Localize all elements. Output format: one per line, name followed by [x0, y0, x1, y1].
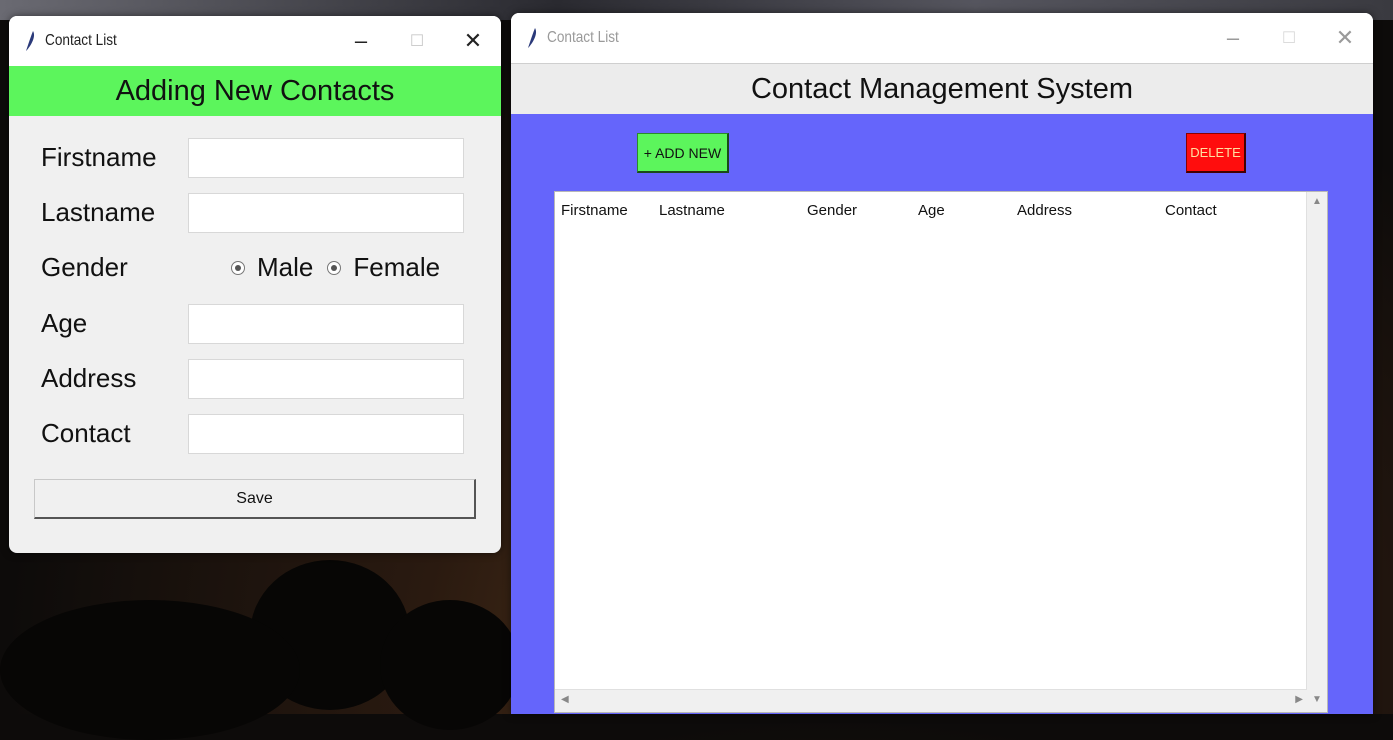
address-label: Address — [41, 363, 137, 393]
maximize-icon[interactable]: ☐ — [1261, 13, 1317, 63]
close-icon[interactable]: ✕ — [1317, 13, 1373, 63]
contact-management-window: Contact List – ☐ ✕ Contact Management Sy… — [511, 13, 1373, 714]
male-radio-label[interactable]: Male — [257, 252, 313, 283]
title-bar[interactable]: Contact List – ☐ ✕ — [511, 13, 1373, 63]
feather-icon — [26, 31, 35, 51]
address-row: Address — [9, 357, 501, 405]
gender-row: Gender Male Female — [9, 246, 501, 294]
contact-label: Contact — [41, 418, 131, 448]
gender-label: Gender — [41, 252, 128, 282]
age-field[interactable] — [188, 304, 464, 344]
contacts-table[interactable]: Firstname Lastname Gender Age Address Co… — [554, 191, 1328, 713]
minimize-icon[interactable]: – — [333, 16, 389, 66]
contacts-panel: + ADD NEW DELETE Firstname Lastname Gend… — [511, 114, 1373, 714]
column-header-gender[interactable]: Gender — [801, 192, 912, 230]
table-header: Firstname Lastname Gender Age Address Co… — [555, 192, 1307, 230]
scroll-up-icon[interactable]: ▲ — [1312, 196, 1322, 207]
column-header-contact[interactable]: Contact — [1159, 192, 1299, 230]
window-title: Contact List — [45, 32, 117, 49]
add-new-button[interactable]: + ADD NEW — [637, 133, 729, 173]
minimize-icon[interactable]: – — [1205, 13, 1261, 63]
female-radio[interactable] — [327, 260, 342, 275]
column-header-firstname[interactable]: Firstname — [555, 192, 653, 230]
title-bar[interactable]: Contact List – ☐ ✕ — [9, 16, 501, 66]
firstname-row: Firstname — [9, 136, 501, 184]
address-field[interactable] — [188, 359, 464, 399]
column-header-lastname[interactable]: Lastname — [653, 192, 801, 230]
save-button[interactable]: Save — [34, 479, 476, 519]
app-header: Contact Management System — [511, 63, 1373, 114]
vertical-scrollbar[interactable]: ▲ — [1306, 192, 1327, 690]
horizontal-scrollbar[interactable]: ◀ ▶ — [555, 689, 1307, 712]
firstname-label: Firstname — [41, 142, 157, 172]
close-icon[interactable]: ✕ — [445, 16, 501, 66]
maximize-icon[interactable]: ☐ — [389, 16, 445, 66]
feather-icon — [528, 28, 537, 48]
desktop-tree — [380, 600, 520, 730]
column-header-address[interactable]: Address — [1011, 192, 1159, 230]
gender-radio-group: Male Female — [231, 252, 440, 283]
lastname-label: Lastname — [41, 197, 156, 227]
desktop-tree — [0, 600, 300, 740]
lastname-field[interactable] — [188, 193, 464, 233]
female-radio-label[interactable]: Female — [353, 252, 440, 283]
scroll-corner: ▼ — [1307, 690, 1327, 712]
delete-button[interactable]: DELETE — [1186, 133, 1246, 173]
age-label: Age — [41, 308, 88, 338]
scroll-left-icon[interactable]: ◀ — [561, 694, 569, 705]
scroll-down-icon[interactable]: ▼ — [1312, 694, 1322, 705]
age-row: Age — [9, 302, 501, 350]
window-title: Contact List — [547, 29, 619, 46]
form-header: Adding New Contacts — [9, 66, 501, 116]
scroll-right-icon[interactable]: ▶ — [1295, 694, 1303, 705]
add-contact-window: Contact List – ☐ ✕ Adding New Contacts F… — [9, 16, 501, 553]
lastname-row: Lastname — [9, 191, 501, 239]
firstname-field[interactable] — [188, 138, 464, 178]
male-radio[interactable] — [231, 260, 245, 275]
column-header-age[interactable]: Age — [912, 192, 1011, 230]
contact-field[interactable] — [188, 414, 464, 454]
contact-row: Contact — [9, 412, 501, 460]
